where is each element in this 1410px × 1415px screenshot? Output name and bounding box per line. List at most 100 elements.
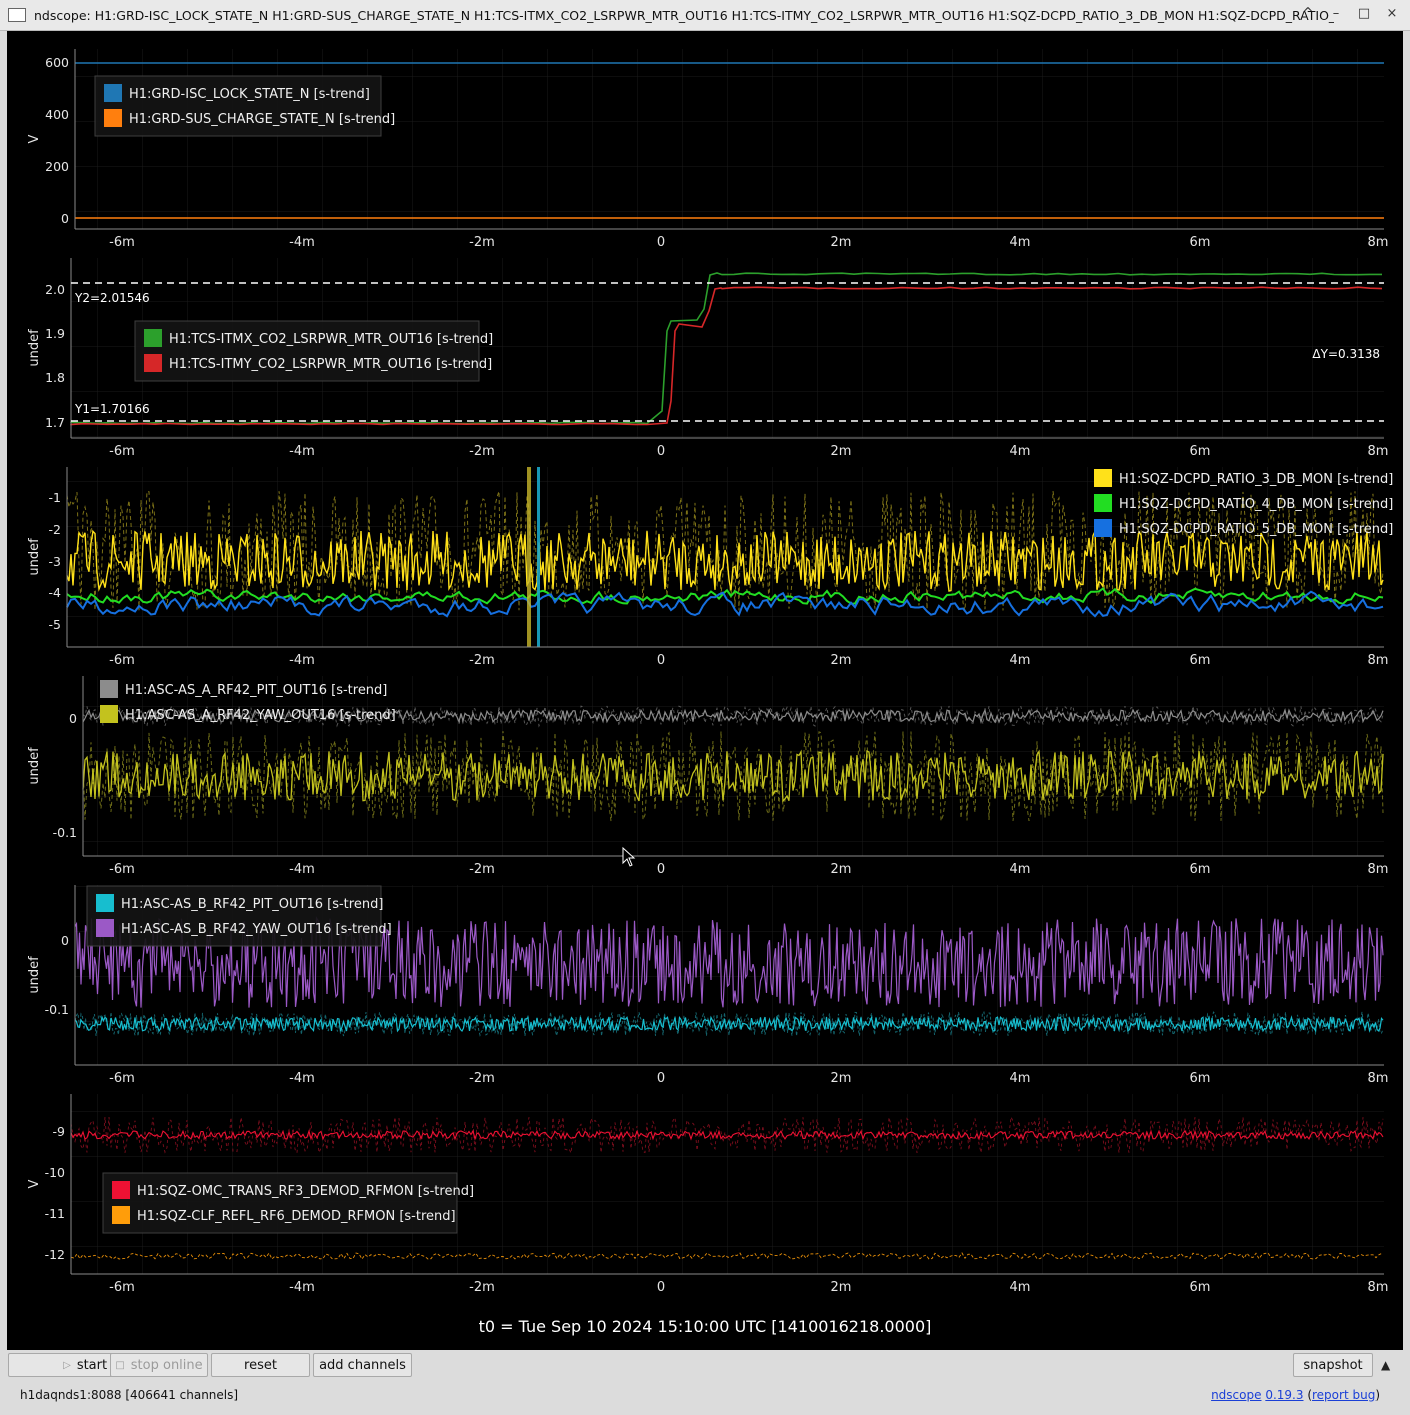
x-tick-label: 2m [831,653,852,668]
y-tick-label: -10 [45,1165,65,1180]
y-tick-label: 2.0 [45,282,65,297]
y-tick-label: -11 [45,1206,65,1221]
legend-swatch [96,919,114,937]
x-tick-label: 2m [831,862,852,877]
x-tick-label: 4m [1010,1280,1031,1295]
y-tick-label: -12 [45,1247,65,1262]
window-controls: ^ – □ × [1300,6,1400,21]
maximize-toggle-icon[interactable]: ^ [1300,6,1316,21]
x-tick-label: -6m [109,444,135,459]
stop-icon: □ [115,1359,125,1371]
minimize-icon[interactable]: – [1328,6,1344,21]
legend-label: H1:TCS-ITMX_CO2_LSRPWR_MTR_OUT16 [s-tren… [169,332,493,347]
legend-box-5 [86,885,382,947]
y-tick-label: 0 [61,933,69,948]
plot-area: -6m -4m -2m 0 2m 4m 6m 8m 600 400 200 0 V -6m -4m -2m 0 2… [7,31,1403,1350]
add-channels-button[interactable]: add channels [313,1353,412,1377]
x-tick-label: 8m [1368,235,1389,250]
x-tick-label: 8m [1368,1071,1389,1086]
y-axis-label-5: undef [27,956,42,994]
snapshot-button[interactable]: snapshot [1293,1353,1373,1377]
legend-swatch [104,84,122,102]
cursor-y1-label: Y1=1.70166 [74,402,150,416]
x-tick-label: -2m [469,1071,495,1086]
x-tick-label: -2m [469,444,495,459]
plot-grid-4 [83,676,1384,856]
legend-swatch [144,354,162,372]
x-tick-label: 0 [657,1280,665,1295]
stop-online-button[interactable]: □ stop online [110,1353,208,1377]
y-tick-label: 200 [45,159,69,174]
x-tick-label: 0 [657,444,665,459]
y-tick-label: 1.9 [45,326,65,341]
x-tick-label: 8m [1368,862,1389,877]
legend-label: H1:ASC-AS_A_RF42_YAW_OUT16 [s-trend] [125,708,396,723]
legend-box-2 [134,320,480,382]
legend-label: H1:SQZ-DCPD_RATIO_5_DB_MON [s-trend] [1119,522,1393,537]
y-tick-label: -3 [49,554,61,569]
x-tick-label: -4m [289,235,315,250]
maximize-icon[interactable]: □ [1356,6,1372,21]
x-tick-label: -4m [289,1280,315,1295]
x-tick-label: 6m [1190,444,1211,459]
delta-y-label: ΔY=0.3138 [1312,347,1380,361]
legend-label: H1:GRD-SUS_CHARGE_STATE_N [s-trend] [129,112,395,127]
legend-swatch [104,109,122,127]
x-tick-label: 8m [1368,653,1389,668]
x-tick-label: -6m [109,862,135,877]
y-tick-label: -9 [53,1124,66,1139]
x-tick-label: 6m [1190,1071,1211,1086]
x-tick-label: 6m [1190,235,1211,250]
server-status: h1daqnds1:8088 [406641 channels] [20,1388,239,1402]
ndscope-link[interactable]: ndscope [1211,1388,1261,1402]
x-tick-label: 2m [831,1280,852,1295]
legend-label: H1:ASC-AS_A_RF42_PIT_OUT16 [s-trend] [125,683,387,698]
y-axis-label-1: V [27,134,42,143]
x-tick-label: -6m [109,1071,135,1086]
x-tick-label: -4m [289,444,315,459]
legend-swatch [112,1181,130,1199]
version-link[interactable]: 0.19.3 [1265,1388,1303,1402]
plot-canvas[interactable]: -6m -4m -2m 0 2m 4m 6m 8m 600 400 200 0 V -6m -4m -2m 0 2… [7,31,1403,1350]
x-tick-label: -4m [289,862,315,877]
legend-label: H1:SQZ-OMC_TRANS_RF3_DEMOD_RFMON [s-tren… [137,1184,474,1199]
expand-arrow-icon[interactable]: ▲ [1381,1358,1390,1372]
app-icon [8,8,26,22]
legend-swatch [1094,494,1112,512]
x-tick-label: 6m [1190,653,1211,668]
title-bar: ndscope: H1:GRD-ISC_LOCK_STATE_N H1:GRD-… [0,0,1410,31]
close-icon[interactable]: × [1384,6,1400,21]
window-title: ndscope: H1:GRD-ISC_LOCK_STATE_N H1:GRD-… [34,7,1334,23]
x-tick-label: -6m [109,235,135,250]
legend-box-6 [102,1172,458,1234]
legend-label: H1:ASC-AS_B_RF42_YAW_OUT16 [s-trend] [121,922,392,937]
y-tick-label: 1.8 [45,370,65,385]
x-tick-label: 2m [831,1071,852,1086]
legend-swatch [1094,469,1112,487]
y-axis-label-3: undef [27,538,42,576]
reset-button[interactable]: reset [211,1353,310,1377]
glitch-marker [527,467,531,647]
legend-swatch [100,680,118,698]
x-tick-label: -2m [469,653,495,668]
y-tick-label: 600 [45,55,69,70]
y-tick-label: -1 [49,490,61,505]
version-info: ndscope 0.19.3 (report bug) [1211,1388,1380,1402]
legend-label: H1:TCS-ITMY_CO2_LSRPWR_MTR_OUT16 [s-tren… [169,357,492,372]
x-tick-label: 0 [657,653,665,668]
y-tick-label: -4 [49,585,62,600]
x-tick-label: 4m [1010,444,1031,459]
x-tick-label: 6m [1190,862,1211,877]
x-tick-label: 4m [1010,653,1031,668]
t0-label: t0 = Tue Sep 10 2024 15:10:00 UTC [14100… [479,1317,932,1336]
x-tick-label: -6m [109,653,135,668]
x-tick-label: -4m [289,653,315,668]
legend-swatch [1094,519,1112,537]
legend-label: H1:ASC-AS_B_RF42_PIT_OUT16 [s-trend] [121,897,383,912]
report-bug-link[interactable]: report bug [1312,1388,1375,1402]
legend-box-1 [94,75,382,137]
x-tick-label: -2m [469,1280,495,1295]
legend-swatch [100,705,118,723]
legend-label: H1:SQZ-CLF_REFL_RF6_DEMOD_RFMON [s-trend… [137,1209,456,1224]
x-tick-label: 2m [831,444,852,459]
